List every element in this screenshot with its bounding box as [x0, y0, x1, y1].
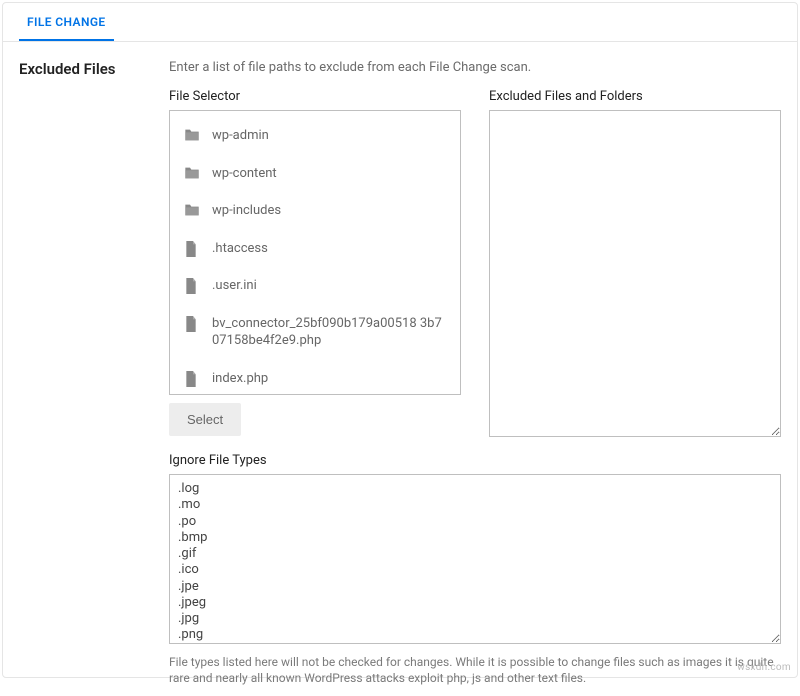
- ignore-file-types-textarea[interactable]: [169, 474, 781, 644]
- folder-icon: [184, 203, 200, 217]
- file-item[interactable]: .user.ini: [170, 267, 460, 305]
- file-icon: [184, 241, 200, 255]
- file-icon: [184, 278, 200, 292]
- ignore-label: Ignore File Types: [169, 453, 781, 468]
- file-item-name: .user.ini: [212, 277, 257, 295]
- file-item-name: wp-content: [212, 165, 277, 183]
- file-icon: [184, 371, 200, 385]
- watermark: wsxdn.com: [737, 662, 791, 673]
- file-item[interactable]: .htaccess: [170, 230, 460, 268]
- file-selector-label: File Selector: [169, 89, 461, 104]
- tab-bar: FILE CHANGE: [3, 3, 797, 42]
- file-item[interactable]: wp-includes: [170, 192, 460, 230]
- file-item[interactable]: bv_connector_25bf090b179a00518 3b707158b…: [170, 305, 460, 360]
- ignore-section: Ignore File Types File types listed here…: [169, 453, 781, 686]
- file-item-name: .htaccess: [212, 240, 268, 258]
- folder-icon: [184, 166, 200, 180]
- content-area: Excluded Files Enter a list of file path…: [3, 42, 797, 696]
- file-item[interactable]: wp-admin: [170, 117, 460, 155]
- excluded-label: Excluded Files and Folders: [489, 89, 781, 104]
- file-item-name: bv_connector_25bf090b179a00518 3b707158b…: [212, 315, 446, 350]
- file-selector-listbox[interactable]: wp-admin wp-content wp-i: [169, 110, 461, 395]
- excluded-files-textarea[interactable]: [489, 110, 781, 437]
- file-item-name: index.php: [212, 370, 268, 388]
- file-icon: [184, 316, 200, 330]
- file-item-name: wp-admin: [212, 127, 269, 145]
- settings-body: Enter a list of file paths to exclude fr…: [169, 60, 781, 686]
- tab-file-change[interactable]: FILE CHANGE: [19, 3, 114, 41]
- settings-panel: FILE CHANGE Excluded Files Enter a list …: [2, 2, 798, 678]
- section-description: Enter a list of file paths to exclude fr…: [169, 60, 781, 75]
- file-selector-column: File Selector wp-admin wp: [169, 89, 461, 437]
- section-title: Excluded Files: [19, 60, 169, 78]
- selector-row: File Selector wp-admin wp: [169, 89, 781, 437]
- excluded-column: Excluded Files and Folders: [489, 89, 781, 437]
- file-item[interactable]: index.php: [170, 360, 460, 395]
- file-item[interactable]: wp-content: [170, 155, 460, 193]
- folder-icon: [184, 128, 200, 142]
- select-button[interactable]: Select: [169, 403, 241, 436]
- section-header-column: Excluded Files: [19, 60, 169, 686]
- ignore-help-text: File types listed here will not be check…: [169, 654, 781, 686]
- file-item-name: wp-includes: [212, 202, 281, 220]
